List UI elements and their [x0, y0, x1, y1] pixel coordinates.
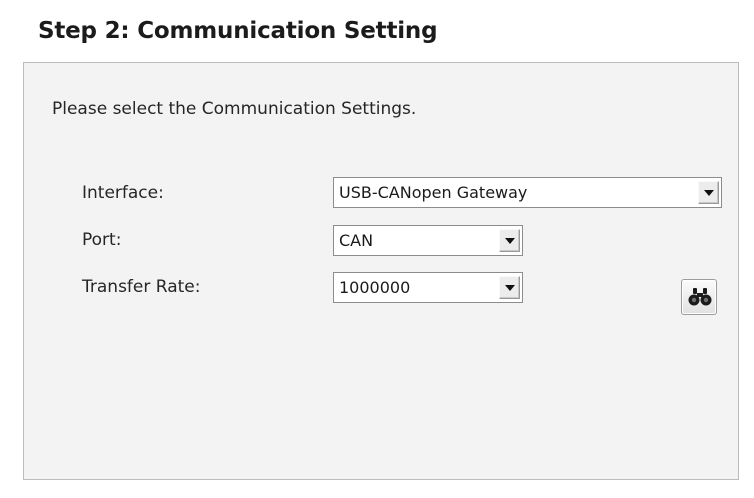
binoculars-icon	[688, 288, 712, 306]
chevron-down-icon	[505, 285, 515, 291]
transfer-rate-dropdown-button[interactable]	[499, 276, 520, 299]
port-select[interactable]: CAN	[333, 225, 523, 256]
step-title: Step 2: Communication Setting	[38, 18, 438, 44]
transfer-rate-label: Transfer Rate:	[82, 277, 201, 297]
scan-button[interactable]	[681, 279, 717, 315]
interface-select[interactable]: USB-CANopen Gateway	[333, 177, 722, 208]
port-dropdown-button[interactable]	[499, 229, 520, 252]
port-select-value: CAN	[339, 231, 374, 250]
interface-dropdown-button[interactable]	[698, 181, 719, 204]
chevron-down-icon	[704, 190, 714, 196]
interface-label: Interface:	[82, 183, 164, 203]
transfer-rate-select[interactable]: 1000000	[333, 272, 523, 303]
communication-settings-panel: Please select the Communication Settings…	[23, 62, 739, 480]
transfer-rate-select-value: 1000000	[339, 278, 411, 297]
port-label: Port:	[82, 230, 122, 250]
chevron-down-icon	[505, 238, 515, 244]
interface-select-value: USB-CANopen Gateway	[339, 183, 528, 202]
instruction-text: Please select the Communication Settings…	[52, 99, 417, 119]
